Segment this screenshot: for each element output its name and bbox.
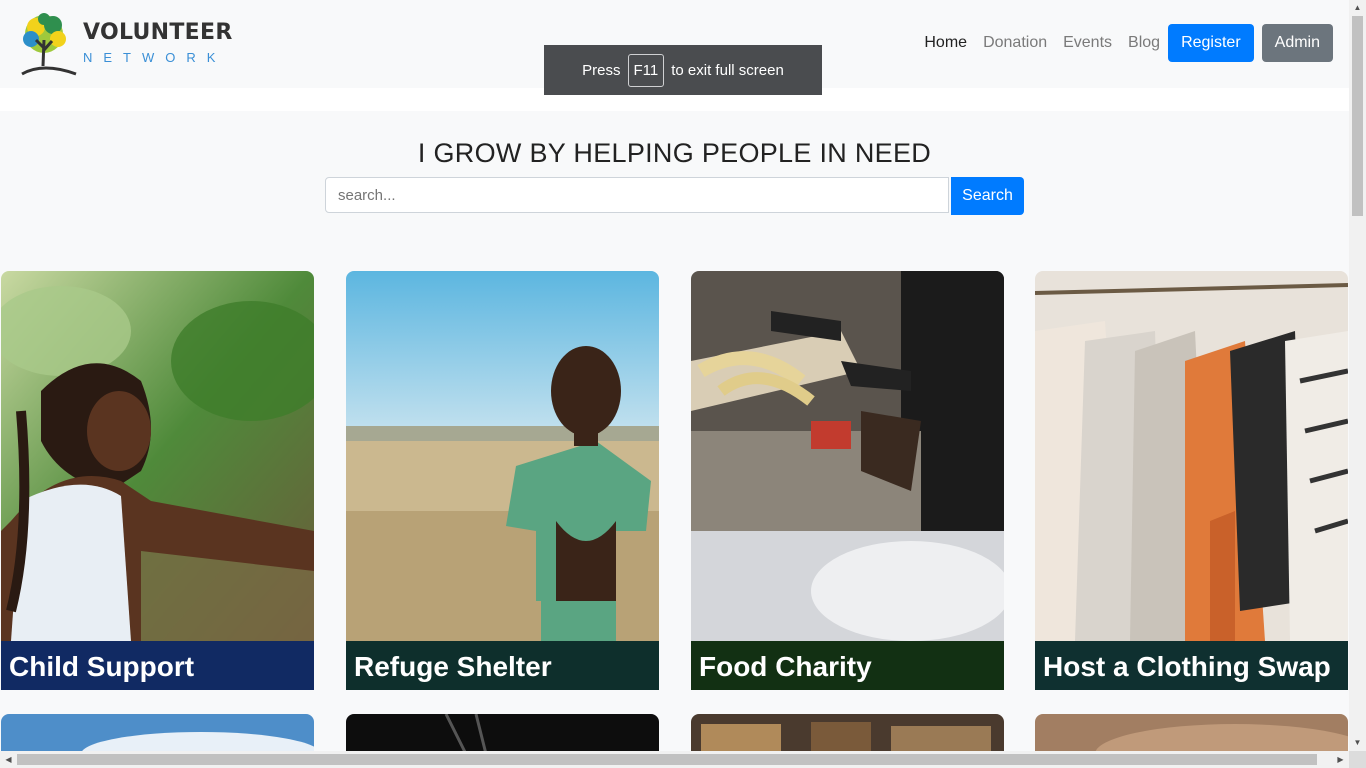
card-row2-3[interactable] — [691, 714, 1004, 754]
scroll-right-arrow-icon[interactable]: ▶ — [1332, 751, 1349, 768]
card-row2-2[interactable] — [346, 714, 659, 754]
nav-link-events[interactable]: Events — [1063, 34, 1112, 52]
vertical-scrollbar[interactable]: ▲ ▼ — [1349, 0, 1366, 751]
register-button[interactable]: Register — [1168, 24, 1254, 62]
admin-button[interactable]: Admin — [1261, 24, 1333, 62]
nav-link-donation[interactable]: Donation — [983, 34, 1047, 52]
card-title: Refuge Shelter — [346, 641, 659, 690]
f11-key: F11 — [627, 53, 665, 87]
brand-subtitle: NETWORK — [83, 50, 227, 65]
horizontal-scroll-thumb[interactable] — [17, 754, 1317, 765]
scroll-left-arrow-icon[interactable]: ◀ — [0, 751, 17, 768]
scroll-up-arrow-icon[interactable]: ▲ — [1349, 0, 1366, 16]
fullscreen-notice: Press F11 to exit full screen — [544, 45, 822, 95]
fullscreen-notice-after: to exit full screen — [671, 61, 784, 79]
nav-link-home[interactable]: Home — [924, 34, 967, 52]
card-row2-4[interactable] — [1035, 714, 1348, 754]
card-row2-1[interactable] — [1, 714, 314, 754]
scrollbar-corner — [1349, 751, 1366, 768]
search-input[interactable] — [325, 177, 949, 213]
vertical-scroll-thumb[interactable] — [1352, 16, 1363, 216]
hero-title: I GROW BY HELPING PEOPLE IN NEED — [417, 138, 932, 168]
food-charity-photo — [691, 271, 1004, 641]
tree-logo-icon — [21, 13, 77, 76]
refuge-shelter-photo — [346, 271, 659, 641]
brand-logo[interactable]: VOLUNTEER NETWORK — [16, 10, 246, 78]
card-title: Food Charity — [691, 641, 1004, 690]
nav-link-blog[interactable]: Blog — [1128, 34, 1160, 52]
clothing-swap-photo — [1035, 271, 1348, 641]
card-title: Child Support — [1, 641, 314, 690]
search-button[interactable]: Search — [951, 177, 1024, 215]
fullscreen-notice-before: Press — [582, 61, 621, 79]
nav-links: Home Donation Events Blog Register Admin — [924, 24, 1333, 62]
card-title: Host a Clothing Swap — [1035, 641, 1348, 690]
child-support-photo — [1, 271, 314, 641]
horizontal-scrollbar[interactable]: ◀ ▶ — [0, 751, 1349, 768]
brand-title: VOLUNTEER — [83, 20, 233, 45]
scroll-down-arrow-icon[interactable]: ▼ — [1349, 735, 1366, 751]
